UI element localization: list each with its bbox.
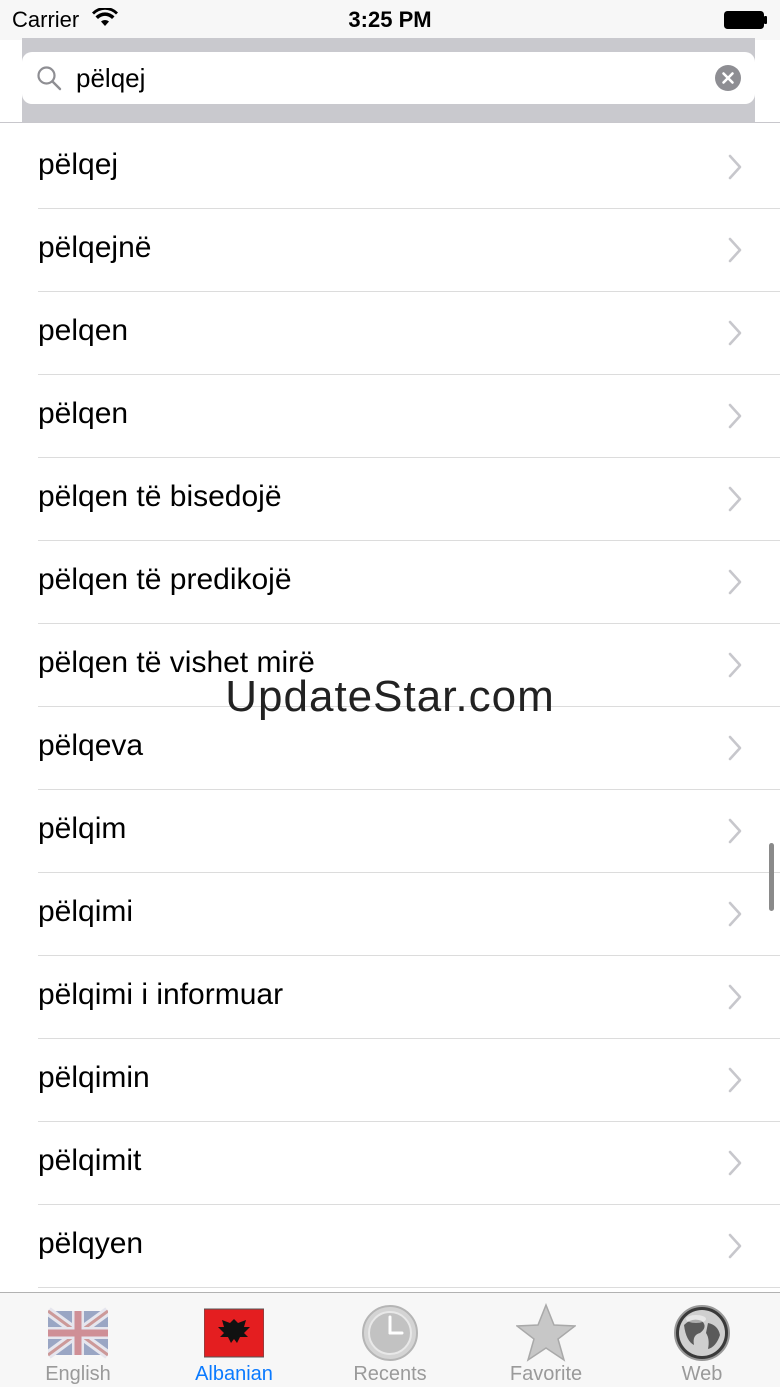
chevron-right-icon — [728, 735, 742, 761]
list-item[interactable]: pëlqimi i informuar — [38, 956, 780, 1039]
tab-label: Web — [681, 1363, 723, 1385]
chevron-right-icon — [728, 1067, 742, 1093]
list-item[interactable]: pëlqimi — [38, 873, 780, 956]
globe-icon — [674, 1305, 730, 1361]
list-item-label: pëlqen të bisedojë — [38, 480, 282, 513]
search-icon — [37, 66, 62, 91]
list-item[interactable]: pëlqim — [38, 790, 780, 873]
tab-web[interactable]: Web — [624, 1293, 780, 1388]
list-item-label: pelqen — [38, 314, 129, 347]
chevron-right-icon — [728, 320, 742, 346]
chevron-right-icon — [728, 237, 742, 263]
chevron-right-icon — [728, 901, 742, 927]
list-item[interactable]: pëlqimin — [38, 1039, 780, 1122]
list-item[interactable]: pëlqimit — [38, 1122, 780, 1205]
tab-label: Favorite — [509, 1363, 583, 1385]
tab-albanian[interactable]: Albanian — [156, 1293, 312, 1388]
chevron-right-icon — [728, 569, 742, 595]
tab-label: Albanian — [195, 1363, 273, 1385]
search-bar — [22, 38, 755, 122]
list-item-label: pëlqeva — [38, 729, 144, 762]
star-icon — [516, 1303, 576, 1362]
chevron-right-icon — [728, 984, 742, 1010]
tab-recents[interactable]: Recents — [312, 1293, 468, 1388]
chevron-right-icon — [728, 1150, 742, 1176]
list-item[interactable]: pëlqyen — [38, 1205, 780, 1288]
chevron-right-icon — [728, 154, 742, 180]
chevron-right-icon — [728, 403, 742, 429]
chevron-right-icon — [728, 1233, 742, 1259]
list-item-label: pëlqimi i informuar — [38, 978, 284, 1011]
list-item[interactable]: pëlqejnë — [38, 209, 780, 292]
scrollbar[interactable] — [769, 843, 774, 911]
list-item-label: pëlqimi — [38, 895, 134, 928]
tab-english[interactable]: English — [0, 1293, 156, 1388]
tab-label: Recents — [353, 1363, 427, 1385]
watermark: UpdateStar.com — [225, 672, 555, 721]
clear-search-icon[interactable] — [715, 65, 741, 91]
clock-time: 3:25 PM — [348, 7, 432, 32]
list-item[interactable]: pëlqen — [38, 375, 780, 458]
chevron-right-icon — [728, 486, 742, 512]
list-item-label: pëlqimit — [38, 1144, 142, 1177]
list-item[interactable]: pëlqej — [38, 126, 780, 209]
list-item-label: pëlqim — [38, 812, 127, 845]
uk-flag-icon — [48, 1307, 108, 1359]
list-item-label: pëlqen të predikojë — [38, 563, 292, 596]
list-item-label: pëlqimin — [38, 1061, 150, 1094]
tab-favorite[interactable]: Favorite — [468, 1293, 624, 1388]
battery-icon — [724, 11, 767, 29]
search-input[interactable] — [76, 60, 676, 96]
list-item-label: pëlqejnë — [38, 231, 152, 264]
search-field[interactable] — [22, 52, 755, 104]
list-item[interactable]: pëlqen të bisedojë — [38, 458, 780, 541]
list-item[interactable]: pelqen — [38, 292, 780, 375]
search-divider — [0, 122, 780, 123]
tab-bar: English Albanian Recents Favorite Web — [0, 1292, 780, 1387]
list-item-label: pëlqej — [38, 148, 119, 181]
clock-icon — [362, 1305, 418, 1361]
list-item-label: pëlqen — [38, 397, 129, 430]
chevron-right-icon — [728, 818, 742, 844]
status-bar: Carrier 3:25 PM — [0, 0, 780, 40]
list-item[interactable]: pëlqen të predikojë — [38, 541, 780, 624]
list-item-label: pëlqyen — [38, 1227, 144, 1260]
albania-flag-icon — [204, 1308, 264, 1358]
tab-label: English — [45, 1363, 111, 1385]
